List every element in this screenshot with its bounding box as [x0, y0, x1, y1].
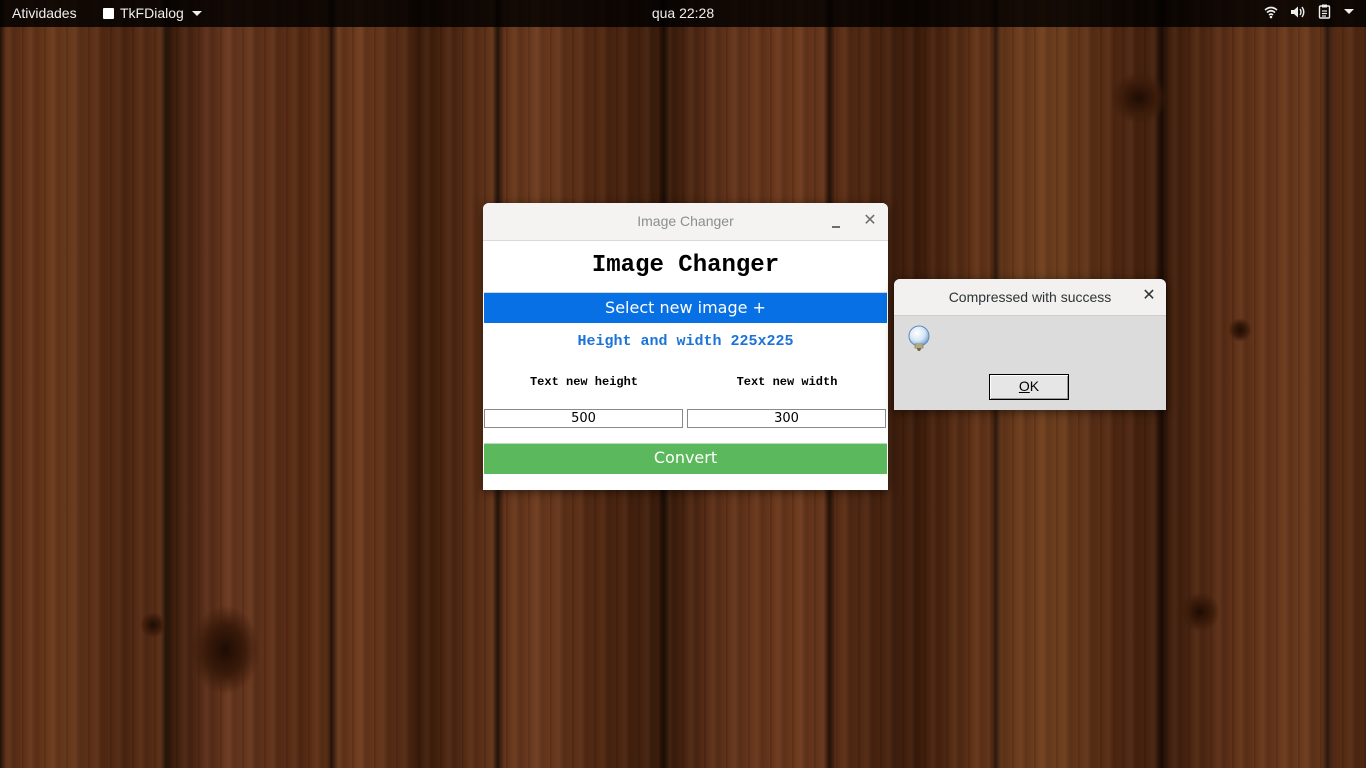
top-bar: Atividades TkFDialog qua 22:28: [0, 0, 1366, 27]
width-label: Text new width: [736, 375, 838, 389]
clock[interactable]: qua 22:28: [652, 5, 714, 21]
window-title: Image Changer: [637, 213, 734, 229]
height-label: Text new height: [529, 375, 639, 389]
app-icon: [103, 7, 114, 19]
ok-label-rest: K: [1029, 378, 1040, 394]
app-menu[interactable]: TkFDialog: [103, 5, 202, 21]
wood-knot: [190, 605, 260, 695]
select-image-button[interactable]: Select new image +: [484, 292, 887, 323]
ok-button[interactable]: OK: [989, 374, 1069, 400]
wood-knot: [1228, 318, 1252, 342]
clipboard-icon: [1318, 4, 1331, 19]
activities-button[interactable]: Atividades: [12, 5, 77, 21]
wood-knot: [1110, 72, 1168, 124]
close-icon[interactable]: ✕: [863, 203, 877, 240]
width-input[interactable]: [687, 409, 886, 428]
dialog-title: Compressed with success: [948, 289, 1112, 305]
close-icon[interactable]: ✕: [1142, 279, 1156, 315]
status-area[interactable]: [1264, 4, 1354, 19]
dimensions-label: Height and width 225x225: [577, 333, 794, 350]
window-titlebar[interactable]: Image Changer ✕: [483, 203, 888, 241]
chevron-down-icon: [191, 10, 202, 16]
height-input[interactable]: [484, 409, 683, 428]
lightbulb-info-icon: [908, 325, 930, 351]
convert-button[interactable]: Convert: [484, 443, 887, 474]
page-title: Image Changer: [591, 252, 780, 279]
image-changer-window: Image Changer ✕ Image Changer Select new…: [483, 203, 888, 490]
app-menu-label: TkFDialog: [120, 5, 184, 21]
message-dialog: Compressed with success ✕ OK: [894, 279, 1166, 410]
minimize-icon[interactable]: [829, 203, 843, 240]
chevron-down-icon: [1344, 9, 1354, 14]
dialog-titlebar[interactable]: Compressed with success ✕: [894, 279, 1166, 316]
ok-mnemonic: O: [1018, 378, 1030, 394]
wood-knot: [1180, 592, 1220, 632]
wifi-icon: [1264, 6, 1278, 18]
clock-container: qua 22:28: [0, 5, 1366, 21]
wood-knot: [140, 612, 166, 638]
volume-icon: [1291, 6, 1305, 17]
